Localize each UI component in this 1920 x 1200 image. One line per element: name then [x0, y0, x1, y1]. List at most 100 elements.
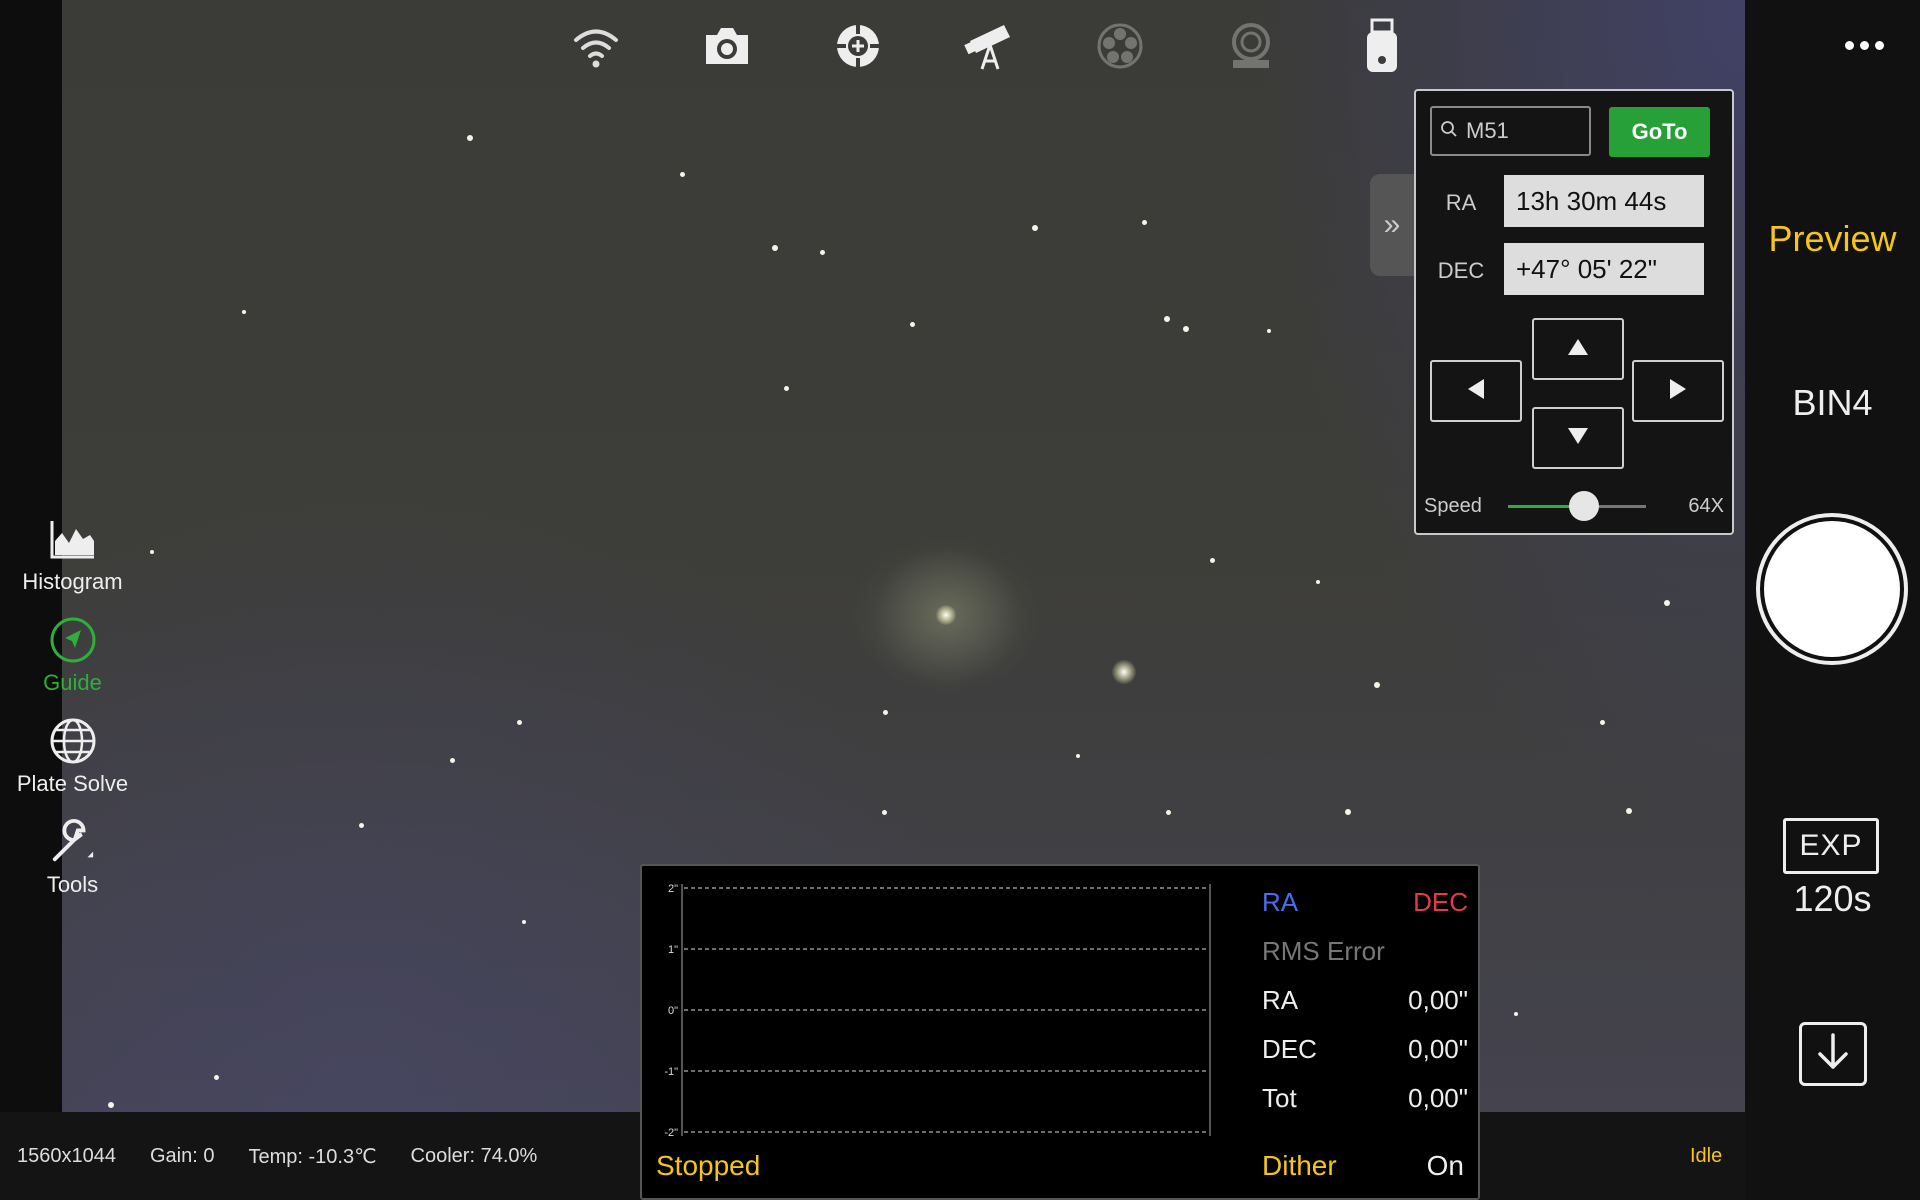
search-icon [1440, 118, 1458, 144]
dec-label: DEC [1437, 258, 1485, 283]
storage-button[interactable] [1316, 18, 1447, 76]
guide-scope-icon [834, 22, 882, 75]
image-resolution: 1560x1044 [17, 1144, 116, 1167]
rms-error-table: RA DEC RMS Error RA 0,00" DEC 0,00" Tot … [1262, 878, 1468, 1123]
star [1664, 600, 1670, 606]
shutter-button[interactable] [1756, 513, 1908, 665]
camera-state: Idle [1690, 1144, 1723, 1167]
exposure-button[interactable]: EXP [1783, 818, 1879, 874]
download-button[interactable] [1799, 1022, 1867, 1086]
triangle-right-icon [1668, 377, 1688, 406]
mount-button[interactable] [923, 20, 1054, 76]
star [1183, 326, 1189, 332]
star [772, 245, 778, 251]
telescope-icon [963, 21, 1014, 76]
legend-dec: DEC [1413, 887, 1468, 917]
chart-y-tick-label: 1" [668, 944, 678, 956]
dither-toggle[interactable]: On [1427, 1150, 1464, 1182]
wifi-button[interactable] [530, 20, 661, 76]
chart-y-tick-label: -1" [664, 1066, 678, 1078]
tool-histogram-label: Histogram [22, 569, 123, 594]
rms-value: 0,00" [1408, 985, 1468, 1015]
filter-wheel-button[interactable] [1054, 20, 1185, 76]
rms-value: 0,00" [1408, 1034, 1468, 1064]
rms-title: RMS Error [1262, 936, 1385, 966]
camera-icon [702, 25, 752, 72]
goto-button[interactable]: GoTo [1609, 107, 1710, 157]
guide-camera-button[interactable] [792, 20, 923, 76]
arrow-down-icon [1815, 1032, 1851, 1077]
double-chevron-right-icon: » [1383, 208, 1401, 241]
star [1166, 810, 1171, 815]
binning-selector[interactable]: BIN4 [1745, 382, 1920, 424]
speed-slider-thumb[interactable] [1568, 491, 1599, 521]
histogram-icon [49, 515, 97, 563]
sensor-temperature: Temp: -10.3℃ [248, 1145, 377, 1168]
star [108, 1102, 114, 1108]
speed-value: 64X [1688, 495, 1724, 517]
left-tool-menu: Histogram Guide Plate Solve Tools [0, 515, 145, 919]
chart-y-tick-label: 0" [668, 1005, 678, 1017]
shutter-button-inner [1764, 521, 1900, 657]
slew-south-button[interactable] [1532, 407, 1624, 469]
guide-icon [49, 616, 97, 664]
star [1032, 225, 1038, 231]
star [784, 386, 789, 391]
star [1316, 580, 1320, 584]
target-search-value: M51 [1466, 118, 1509, 143]
guide-graph-panel: 2" 1" 0" -1" -2" RA DEC RMS Error RA 0,00" D… [640, 864, 1480, 1200]
cooler-power: Cooler: 74.0% [410, 1144, 538, 1167]
star [1142, 220, 1147, 225]
triangle-down-icon [1566, 426, 1590, 451]
globe-icon [49, 717, 97, 765]
rms-row: RA 0,00" [1262, 976, 1468, 1025]
star [522, 920, 526, 924]
target-search-input[interactable]: M51 [1430, 106, 1591, 156]
star [467, 135, 473, 141]
tool-tools[interactable]: Tools [0, 818, 145, 919]
star [1210, 558, 1215, 563]
tool-plate-solve-label: Plate Solve [16, 771, 129, 796]
chart-y-tick-label: 2" [668, 883, 678, 895]
star [1267, 329, 1271, 333]
rms-label: Tot [1262, 1083, 1297, 1113]
star [1374, 682, 1380, 688]
camera-button[interactable] [661, 20, 792, 76]
focuser-icon [1227, 22, 1275, 75]
more-menu-button[interactable] [1838, 30, 1890, 60]
star [910, 322, 915, 327]
slew-north-button[interactable] [1532, 318, 1624, 380]
tool-guide[interactable]: Guide [0, 616, 145, 717]
slew-east-button[interactable] [1632, 360, 1724, 422]
star [517, 720, 522, 725]
guide-error-chart: 2" 1" 0" -1" -2" [664, 883, 1211, 1139]
tool-plate-solve[interactable]: Plate Solve [0, 717, 145, 818]
dither-label: Dither [1262, 1150, 1337, 1181]
chart-y-tick-label: -2" [664, 1127, 678, 1139]
more-dot-icon [1874, 40, 1884, 50]
mount-panel-collapse-tab[interactable]: » [1370, 174, 1414, 276]
filter-wheel-icon [1096, 22, 1144, 75]
ra-value-field[interactable]: 13h 30m 44s [1504, 175, 1704, 227]
capture-mode-selector[interactable]: Preview [1745, 218, 1920, 260]
dec-value-field[interactable]: +47° 05' 22" [1504, 243, 1704, 295]
slew-west-button[interactable] [1430, 360, 1522, 422]
focuser-button[interactable] [1185, 20, 1316, 76]
wifi-icon [571, 23, 621, 74]
guide-status: Stopped [656, 1150, 761, 1181]
device-toolbar [530, 18, 1447, 76]
triangle-up-icon [1566, 337, 1590, 362]
rms-label: RA [1262, 985, 1299, 1015]
tool-histogram[interactable]: Histogram [0, 515, 145, 616]
more-dot-icon [1844, 40, 1854, 50]
star [1345, 809, 1351, 815]
camera-gain: Gain: 0 [149, 1144, 215, 1167]
star [1076, 754, 1080, 758]
rms-label: DEC [1262, 1034, 1317, 1064]
speed-slider[interactable] [1508, 491, 1646, 521]
rms-value: 0,00" [1408, 1083, 1468, 1113]
exposure-value[interactable]: 120s [1745, 878, 1920, 920]
more-dot-icon [1859, 40, 1869, 50]
star [1514, 1012, 1518, 1016]
mount-control-panel: M51 GoTo RA 13h 30m 44s DEC +47° 05' 22"… [1414, 89, 1734, 535]
